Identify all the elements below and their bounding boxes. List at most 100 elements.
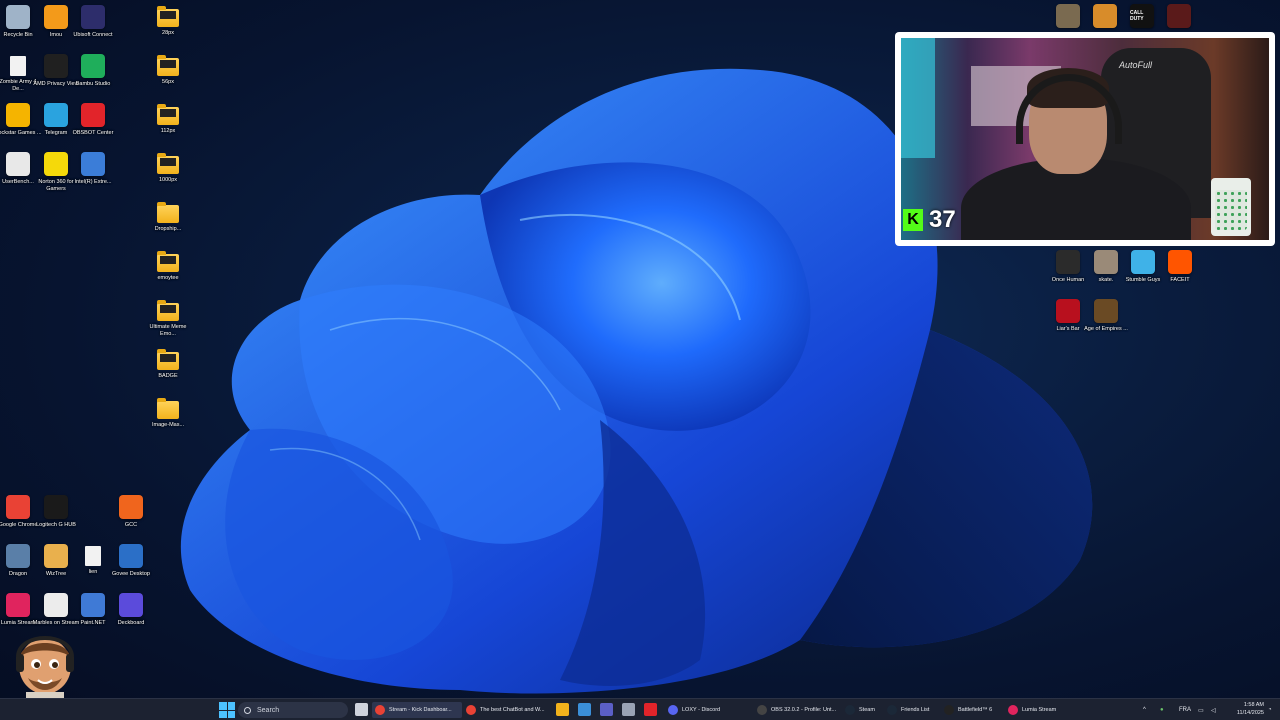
gcc-icon	[119, 495, 143, 519]
shortcut-label: emoytee	[157, 275, 179, 281]
taskbar-app-battlefield[interactable]: Battlefield™ 6	[941, 702, 1003, 718]
paintnet-icon	[81, 593, 105, 617]
store-icon[interactable]	[578, 703, 591, 716]
taskbar-app-label: Stream - Kick Dashboar...	[389, 707, 452, 713]
taskbar-app-label: Battlefield™ 6	[958, 707, 993, 713]
bambu-icon	[81, 54, 105, 78]
folder-thumbnail	[160, 354, 176, 362]
desktop-shortcut-norton[interactable]: Norton 360 for Gamers	[36, 152, 76, 193]
network-icon[interactable]: ▭	[1198, 702, 1204, 718]
start-button-windows-icon[interactable]	[219, 702, 235, 718]
desktop-shortcut-ubisoft[interactable]: Ubisoft Connect	[73, 5, 113, 39]
clock-time: 1:58 AM	[1243, 702, 1264, 708]
teams-icon[interactable]	[600, 703, 613, 716]
folder-thumbnail	[160, 305, 176, 313]
shortcut-label: Govee Desktop	[112, 571, 150, 577]
notification-bell-icon[interactable]: ◔	[1268, 702, 1272, 718]
desktop-shortcut-item[interactable]: Dropship...	[148, 201, 188, 233]
stumble-guys-icon	[1131, 250, 1155, 274]
taskbar-app-chrome[interactable]: Stream - Kick Dashboar...	[372, 702, 462, 718]
desktop-shortcut-item[interactable]: Ultimate Meme Emo...	[148, 299, 188, 338]
desktop-shortcut-gcc[interactable]: GCC	[111, 495, 151, 529]
chair-brand-label: AutoFull	[1119, 60, 1153, 70]
shortcut-label: Ubisoft Connect	[73, 32, 113, 38]
liars-bar-icon	[1056, 299, 1080, 323]
folder-icon	[157, 349, 179, 370]
obs-icon	[757, 705, 767, 715]
desktop-shortcut-age-of-empires[interactable]: Age of Empires ...	[1084, 299, 1128, 333]
folder-thumbnail	[160, 158, 176, 166]
call-of-duty-icon: CALL DUTY	[1130, 4, 1154, 28]
dragon-icon	[6, 544, 30, 568]
mug-pattern	[1215, 190, 1247, 230]
desktop-shortcut-game-0[interactable]	[1048, 4, 1088, 28]
desktop-shortcut-deckboard[interactable]: Deckboard	[111, 593, 151, 627]
userbench-icon	[6, 152, 30, 176]
task-view-icon[interactable]	[355, 703, 368, 716]
shortcut-label: Intel(R) Extre...	[74, 179, 112, 185]
folder-icon	[157, 153, 179, 174]
wiztree-icon	[44, 544, 68, 568]
language-indicator[interactable]: FRA	[1179, 702, 1191, 718]
steam-icon	[845, 705, 855, 715]
shortcut-label: Deckboard	[117, 620, 145, 626]
chrome-icon	[375, 705, 385, 715]
folder-icon	[157, 55, 179, 76]
webcam-feed: AutoFull K 37	[901, 38, 1269, 240]
desktop-shortcut-game-3[interactable]	[1159, 4, 1199, 28]
obsbot-icon[interactable]	[644, 703, 657, 716]
shortcut-label: 112px	[160, 128, 176, 134]
folder-thumbnail	[160, 11, 176, 19]
shortcut-label: FACEIT	[1170, 277, 1190, 283]
file-explorer-icon[interactable]	[556, 703, 569, 716]
shortcut-label: Image-Mas...	[151, 422, 185, 428]
taskbar-app-label: Friends List	[901, 707, 930, 713]
clock-date: 11/14/2025	[1236, 710, 1264, 716]
desktop-shortcut-item[interactable]: BADGE	[148, 348, 188, 380]
taskbar-app-lumia[interactable]: Lumia Stream	[1005, 702, 1069, 718]
desktop-shortcut-item[interactable]: 1000px	[148, 152, 188, 184]
tray-overflow-chevron-icon[interactable]: ^	[1143, 702, 1146, 718]
file-icon	[10, 56, 26, 76]
tray-mic-icon[interactable]: ●	[1160, 702, 1164, 718]
desktop-shortcut-item[interactable]: 56px	[148, 54, 188, 86]
search-icon	[244, 706, 251, 714]
desktop-shortcut-item[interactable]: Image-Mas...	[148, 397, 188, 429]
desktop-shortcut-game-2[interactable]: CALL DUTY	[1122, 4, 1162, 28]
desktop-shortcut-item[interactable]: emoytee	[148, 250, 188, 282]
webcam-overlay: AutoFull K 37	[895, 32, 1275, 246]
taskbar-search[interactable]: Search	[238, 702, 348, 718]
once-human-icon	[1056, 250, 1080, 274]
streamer-avatar-cartoon	[16, 636, 74, 702]
folder-thumbnail	[160, 256, 176, 264]
chrome-icon	[466, 705, 476, 715]
taskbar-app-obs[interactable]: OBS 32.0.2 - Profile: Unt...	[754, 702, 840, 718]
shortcut-label: BADGE	[158, 373, 178, 379]
amd-icon	[44, 54, 68, 78]
desktop-shortcut-faceit[interactable]: FACEIT	[1160, 250, 1200, 284]
desktop-shortcut-item[interactable]: 28px	[148, 5, 188, 37]
shortcut-label: OBSBOT Center	[72, 130, 114, 136]
game-thumb-icon	[1093, 4, 1117, 28]
desktop-shortcut-intel[interactable]: Intel(R) Extre...	[73, 152, 113, 186]
desktop-shortcut-logitech[interactable]: Logitech G HUB	[36, 495, 76, 529]
game-thumb-icon	[1056, 4, 1080, 28]
folder-icon	[157, 202, 179, 223]
desktop-shortcut-govee[interactable]: Govee Desktop	[111, 544, 151, 578]
taskbar-app-steam[interactable]: Steam	[842, 702, 882, 718]
desktop-shortcut-game-1[interactable]	[1085, 4, 1125, 28]
taskbar-app-steam-friends[interactable]: Friends List	[884, 702, 939, 718]
recycle-bin-icon	[6, 5, 30, 29]
desktop-shortcut-item[interactable]: 112px	[148, 103, 188, 135]
obsbot-icon	[81, 103, 105, 127]
desktop-shortcut-obsbot[interactable]: OBSBOT Center	[73, 103, 113, 137]
system-clock[interactable]: 1:58 AM 11/14/2025	[1237, 701, 1264, 717]
settings-icon[interactable]	[622, 703, 635, 716]
volume-icon[interactable]: ◁	[1211, 702, 1216, 718]
folder-thumbnail	[160, 60, 176, 68]
taskbar-app-discord[interactable]: LOXY - Discord	[665, 702, 751, 718]
chrome-icon	[6, 495, 30, 519]
taskbar-app-chrome[interactable]: The best ChatBot and W...	[463, 702, 553, 718]
shortcut-label: Age of Empires ...	[1084, 326, 1128, 332]
desktop-shortcut-bambu[interactable]: Bambu Studio	[73, 54, 113, 88]
